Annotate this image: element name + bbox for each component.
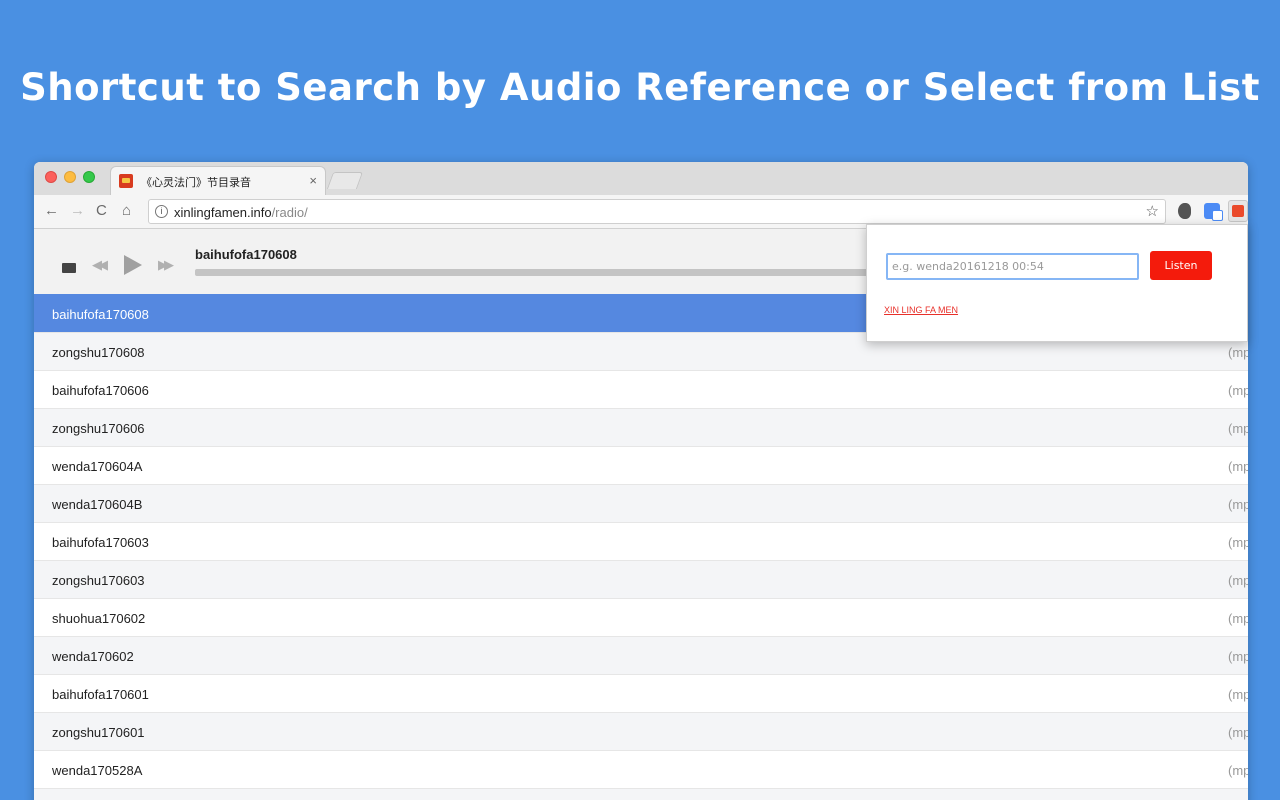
list-item[interactable]: shuohua170602 (mp [34, 598, 1248, 636]
close-window-button[interactable] [45, 171, 57, 183]
forward-arrow-icon[interactable]: → [70, 202, 85, 219]
list-item-format: (mp [1228, 459, 1248, 474]
progress-bar[interactable] [195, 269, 885, 276]
list-item-format: (mp [1228, 497, 1248, 512]
list-item[interactable]: baihufofa170603 (mp [34, 522, 1248, 560]
list-item-title: baihufofa170608 [52, 307, 149, 322]
list-item-format: (mp [1228, 687, 1248, 702]
list-item[interactable]: wenda170604B (mp [34, 484, 1248, 522]
minimize-window-button[interactable] [64, 171, 76, 183]
favicon-icon [119, 174, 133, 188]
bookmark-star-icon[interactable]: ☆ [1146, 202, 1159, 220]
list-item[interactable]: baihufofa170601 (mp [34, 674, 1248, 712]
list-item-title: zongshu170603 [52, 573, 145, 588]
list-item-format: (mp [1228, 725, 1248, 740]
info-icon[interactable]: i [155, 205, 168, 218]
list-item-title: wenda170604B [52, 497, 143, 512]
rewind-icon[interactable]: ◀◀ [92, 257, 108, 273]
now-playing-title: baihufofa170608 [195, 247, 297, 262]
list-item[interactable]: wenda170528A (mp [34, 750, 1248, 788]
audio-search-extension-icon[interactable] [1228, 200, 1248, 222]
audio-reference-input[interactable] [886, 253, 1139, 280]
list-item[interactable]: zongshu170601 (mp [34, 712, 1248, 750]
list-item-title: wenda170604A [52, 459, 143, 474]
audio-list: baihufofa170608 zongshu170608 (mp baihufofa… [34, 294, 1248, 800]
url-host: xinlingfamen.info [174, 205, 272, 220]
extension-popup: Listen XIN LING FA MEN [866, 224, 1248, 342]
zoom-window-button[interactable] [83, 171, 95, 183]
list-item-format: (mp [1228, 383, 1248, 398]
list-item[interactable]: zongshu170603 (mp [34, 560, 1248, 598]
headline: Shortcut to Search by Audio Reference or… [20, 66, 1260, 109]
play-icon[interactable] [124, 255, 142, 275]
list-item-title: zongshu170606 [52, 421, 145, 436]
list-item-title: baihufofa170603 [52, 535, 149, 550]
list-item[interactable]: wenda170602 (mp [34, 636, 1248, 674]
list-item-title: zongshu170601 [52, 725, 145, 740]
list-item[interactable]: baihufofa170606 (mp [34, 370, 1248, 408]
list-item-title: baihufofa170601 [52, 687, 149, 702]
list-item-format: (mp [1228, 535, 1248, 550]
back-arrow-icon[interactable]: ← [44, 202, 59, 219]
xin-ling-fa-men-link[interactable]: XIN LING FA MEN [884, 305, 958, 315]
list-item[interactable] [34, 788, 1248, 800]
list-item[interactable]: wenda170604A (mp [34, 446, 1248, 484]
google-translate-icon[interactable] [1204, 203, 1223, 221]
evernote-icon[interactable] [1178, 203, 1191, 219]
tab-close-icon[interactable]: × [309, 173, 317, 188]
tab-bar: 《心灵法门》节目录音 × [34, 162, 1248, 195]
reload-icon[interactable]: C [96, 202, 107, 219]
list-item[interactable]: zongshu170606 (mp [34, 408, 1248, 446]
playlist-icon[interactable] [62, 263, 76, 273]
home-icon[interactable]: ⌂ [122, 202, 131, 219]
url-text[interactable]: xinlingfamen.info/radio/ [174, 205, 308, 220]
list-item-title: zongshu170608 [52, 345, 145, 360]
list-item-title: shuohua170602 [52, 611, 146, 626]
address-bar[interactable]: i xinlingfamen.info/radio/ ☆ [148, 199, 1166, 224]
fast-forward-icon[interactable]: ▶▶ [158, 257, 174, 273]
list-item-format: (mp [1228, 573, 1248, 588]
list-item-format: (mp [1228, 763, 1248, 778]
new-tab-button[interactable] [326, 172, 364, 189]
url-path: /radio/ [271, 205, 308, 220]
list-item-title: wenda170528A [52, 763, 143, 778]
list-item-format: (mp [1228, 649, 1248, 664]
list-item-format: (mp [1228, 345, 1248, 360]
browser-tab[interactable]: 《心灵法门》节目录音 × [110, 166, 326, 195]
list-item-format: (mp [1228, 421, 1248, 436]
listen-button[interactable]: Listen [1150, 251, 1212, 280]
list-item-title: baihufofa170606 [52, 383, 149, 398]
tab-title: 《心灵法门》节目录音 [141, 177, 251, 189]
list-item-format: (mp [1228, 611, 1248, 626]
list-item-title: wenda170602 [52, 649, 134, 664]
